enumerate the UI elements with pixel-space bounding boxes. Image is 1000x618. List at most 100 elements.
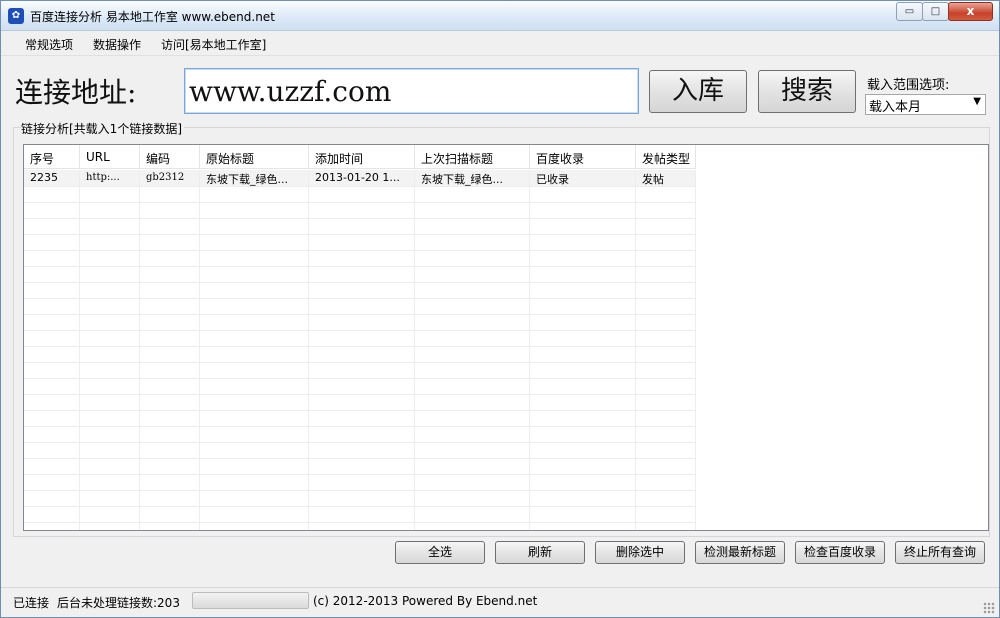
empty-cell — [415, 346, 530, 362]
search-button[interactable]: 搜索 — [758, 70, 856, 113]
empty-cell — [530, 346, 636, 362]
empty-table-row — [24, 522, 696, 530]
column-header-id[interactable]: 序号 — [24, 145, 80, 169]
empty-table-row — [24, 426, 696, 442]
empty-cell — [80, 314, 140, 330]
check-baidu-index-button[interactable]: 检查百度收录 — [795, 541, 885, 564]
empty-cell — [530, 506, 636, 522]
cell-baidu-indexed: 已收录 — [530, 170, 636, 186]
insert-button[interactable]: 入库 — [649, 70, 747, 113]
empty-cell — [636, 314, 696, 330]
empty-cell — [530, 490, 636, 506]
empty-table-row — [24, 362, 696, 378]
empty-cell — [200, 474, 309, 490]
url-input[interactable] — [184, 68, 639, 114]
empty-cell — [530, 474, 636, 490]
link-table[interactable]: 序号 URL 编码 原始标题 添加时间 上次扫描标题 百度收录 发帖类型 223… — [23, 144, 989, 531]
empty-cell — [636, 330, 696, 346]
empty-cell — [200, 314, 309, 330]
empty-cell — [636, 474, 696, 490]
empty-table-row — [24, 490, 696, 506]
empty-cell — [636, 394, 696, 410]
refresh-button[interactable]: 刷新 — [495, 541, 585, 564]
empty-cell — [24, 266, 80, 282]
chevron-down-icon[interactable]: ▼ — [973, 96, 981, 107]
delete-selected-button[interactable]: 删除选中 — [595, 541, 685, 564]
column-header-url[interactable]: URL — [80, 145, 140, 169]
menu-visit-studio[interactable]: 访问[易本地工作室] — [161, 36, 266, 53]
close-button[interactable]: x — [948, 2, 993, 21]
empty-cell — [530, 426, 636, 442]
menu-data-operations[interactable]: 数据操作 — [93, 36, 141, 53]
empty-cell — [140, 282, 200, 298]
progress-bar — [192, 592, 309, 609]
column-header-encoding[interactable]: 编码 — [140, 145, 200, 169]
empty-cell — [530, 394, 636, 410]
empty-cell — [636, 458, 696, 474]
column-header-post-type[interactable]: 发帖类型 — [636, 145, 696, 169]
column-header-original-title[interactable]: 原始标题 — [200, 145, 309, 169]
grid-line — [24, 426, 696, 427]
empty-cell — [309, 426, 415, 442]
app-window: ✿ 百度连接分析 易本地工作室 www.ebend.net ▭ □ x 常规选项… — [0, 0, 1000, 618]
menu-general-options[interactable]: 常规选项 — [25, 36, 73, 53]
empty-table-row — [24, 314, 696, 330]
empty-cell — [24, 330, 80, 346]
empty-cell — [309, 458, 415, 474]
title-bar[interactable]: ✿ 百度连接分析 易本地工作室 www.ebend.net ▭ □ x — [1, 1, 999, 31]
empty-cell — [530, 202, 636, 218]
empty-cell — [140, 234, 200, 250]
empty-cell — [140, 410, 200, 426]
minimize-button[interactable]: ▭ — [896, 2, 923, 21]
empty-cell — [309, 218, 415, 234]
empty-cell — [636, 442, 696, 458]
empty-cell — [636, 522, 696, 530]
connection-status: 已连接 — [13, 596, 50, 610]
empty-cell — [309, 282, 415, 298]
select-all-button[interactable]: 全选 — [395, 541, 485, 564]
empty-cell — [415, 474, 530, 490]
menu-bar: 常规选项 数据操作 访问[易本地工作室] — [1, 32, 999, 56]
empty-table-row — [24, 410, 696, 426]
empty-cell — [24, 362, 80, 378]
empty-cell — [636, 186, 696, 202]
empty-cell — [24, 202, 80, 218]
empty-cell — [309, 346, 415, 362]
empty-cell — [24, 490, 80, 506]
empty-cell — [140, 378, 200, 394]
grid-line — [24, 202, 696, 203]
empty-cell — [530, 314, 636, 330]
empty-cell — [415, 218, 530, 234]
maximize-button[interactable]: □ — [922, 2, 949, 21]
load-range-select[interactable]: 载入本月 ▼ — [865, 94, 986, 115]
empty-cell — [415, 378, 530, 394]
empty-cell — [80, 506, 140, 522]
empty-cell — [530, 250, 636, 266]
empty-cell — [24, 410, 80, 426]
empty-cell — [309, 490, 415, 506]
empty-cell — [80, 522, 140, 530]
empty-cell — [636, 490, 696, 506]
empty-table-row — [24, 282, 696, 298]
stop-all-queries-button[interactable]: 终止所有查询 — [895, 541, 985, 564]
empty-cell — [140, 490, 200, 506]
empty-cell — [636, 410, 696, 426]
empty-cell — [140, 426, 200, 442]
paw-icon: ✿ — [8, 8, 24, 24]
empty-cell — [415, 506, 530, 522]
table-row[interactable]: 2235 http:... gb2312 东坡下载_绿色... 2013-01-… — [24, 170, 696, 186]
grid-line — [24, 298, 696, 299]
empty-cell — [80, 490, 140, 506]
resize-grip-icon[interactable] — [983, 602, 995, 614]
column-header-last-scan-title[interactable]: 上次扫描标题 — [415, 145, 530, 169]
column-header-baidu-indexed[interactable]: 百度收录 — [530, 145, 636, 169]
empty-cell — [636, 234, 696, 250]
empty-cell — [309, 234, 415, 250]
empty-cell — [530, 330, 636, 346]
empty-cell — [309, 250, 415, 266]
empty-cell — [309, 186, 415, 202]
grid-line — [24, 378, 696, 379]
check-latest-title-button[interactable]: 检测最新标题 — [695, 541, 785, 564]
empty-cell — [530, 234, 636, 250]
column-header-added-time[interactable]: 添加时间 — [309, 145, 415, 169]
